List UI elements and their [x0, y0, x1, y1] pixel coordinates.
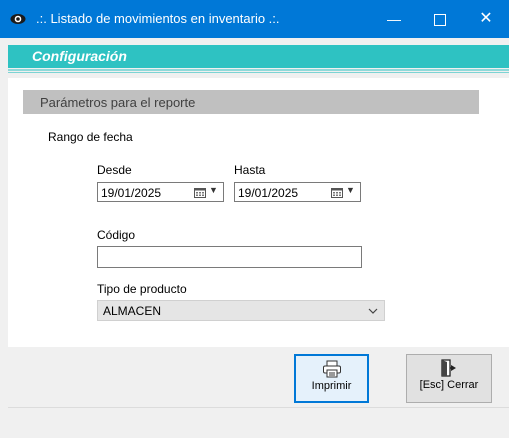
window-title: .:. Listado de movimientos en inventario…: [36, 11, 280, 26]
minimize-button[interactable]: —: [371, 0, 417, 38]
calendar-icon[interactable]: [331, 187, 343, 198]
printer-icon: [322, 360, 341, 378]
params-header-label: Parámetros para el reporte: [40, 95, 196, 110]
parameters-panel: Parámetros para el reporte Rango de fech…: [8, 78, 509, 347]
close-button-label: [Esc] Cerrar: [419, 379, 479, 391]
maximize-icon: [434, 14, 446, 27]
calendar-icon[interactable]: [194, 187, 206, 198]
close-icon: ✕: [479, 10, 493, 27]
product-type-select[interactable]: ALMACEN: [97, 300, 385, 321]
exit-door-icon: [441, 359, 456, 377]
from-label: Desde: [97, 163, 132, 177]
code-input[interactable]: [97, 246, 362, 268]
button-bar: Imprimir [Esc] Cerrar: [8, 347, 509, 407]
params-header: Parámetros para el reporte: [23, 90, 479, 114]
to-date-picker[interactable]: 19/01/2025 ▼: [234, 182, 361, 202]
chevron-down-icon: [368, 305, 378, 315]
close-window-button[interactable]: ✕: [463, 0, 509, 38]
chevron-down-icon[interactable]: ▼: [209, 185, 218, 195]
code-label: Código: [97, 228, 136, 242]
product-type-value: ALMACEN: [103, 304, 162, 318]
to-date-value: 19/01/2025: [238, 186, 299, 200]
from-date-value: 19/01/2025: [101, 186, 162, 200]
print-button-label: Imprimir: [311, 380, 352, 392]
print-button[interactable]: Imprimir: [294, 354, 369, 403]
from-date-picker[interactable]: 19/01/2025 ▼: [97, 182, 224, 202]
title-bar: .:. Listado de movimientos en inventario…: [0, 0, 509, 38]
config-section-bar: Configuración: [8, 45, 509, 71]
eye-icon: [10, 11, 26, 27]
maximize-button[interactable]: [417, 0, 463, 38]
config-section-title: Configuración: [32, 48, 127, 64]
status-bar: [8, 407, 509, 438]
date-range-label: Rango de fecha: [48, 130, 133, 144]
close-button[interactable]: [Esc] Cerrar: [406, 354, 492, 403]
chevron-down-icon[interactable]: ▼: [346, 185, 355, 195]
product-type-label: Tipo de producto: [97, 282, 187, 296]
minimize-icon: —: [387, 11, 401, 27]
accent-divider: [8, 72, 509, 73]
to-label: Hasta: [234, 163, 266, 177]
